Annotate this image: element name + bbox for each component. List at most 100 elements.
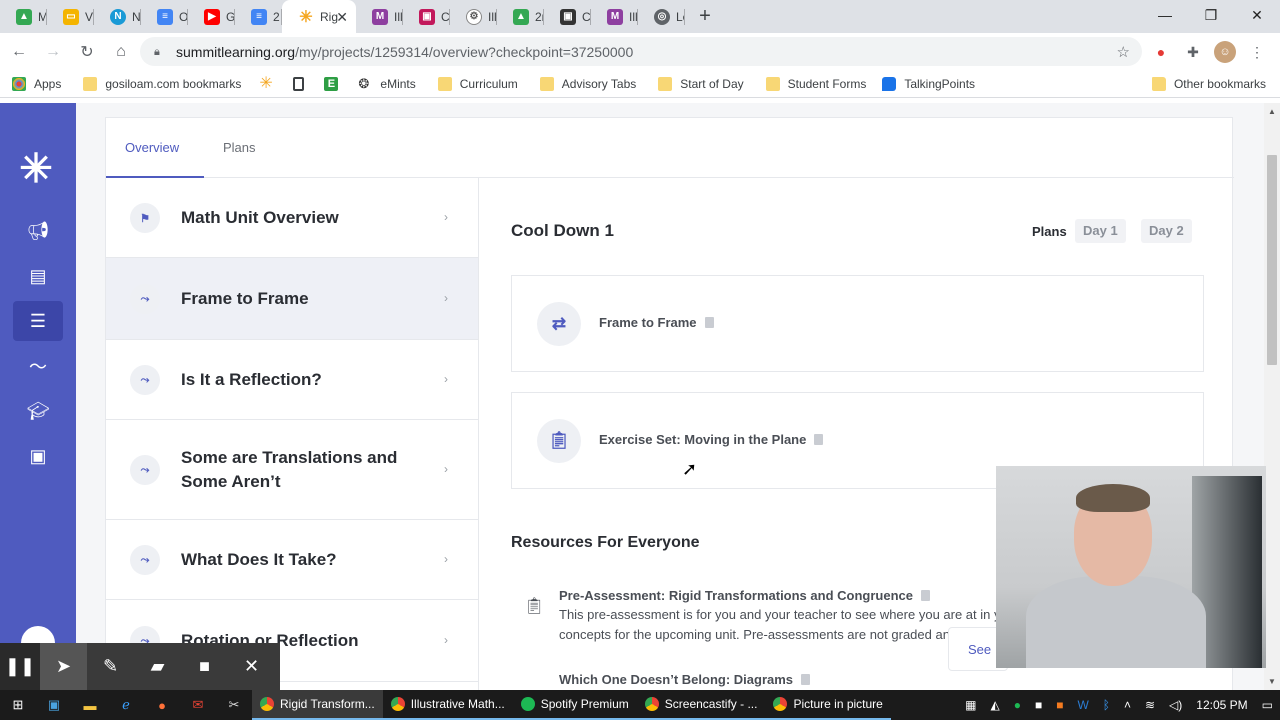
bookmark-emints[interactable]: ❂ eMints <box>358 76 415 91</box>
browser-tab-active[interactable]: ✳ Rig ✕ <box>282 0 356 33</box>
profile-avatar[interactable]: ☺ <box>1214 41 1236 63</box>
scroll-up-icon[interactable]: ▲ <box>1268 107 1276 116</box>
browser-tab[interactable]: ▶Grade <box>188 0 235 33</box>
spotify-tray-icon[interactable]: ● <box>1014 698 1021 712</box>
address-bar[interactable]: 🔒︎ summitlearning.org/my/projects/125931… <box>140 37 1142 66</box>
mouse-cursor-icon: ➚ <box>682 459 698 479</box>
tray-app-icon[interactable]: ▦ <box>965 698 976 712</box>
browser-tab[interactable]: ≡2 Peric <box>235 0 282 33</box>
pause-icon[interactable]: ❚❚ <box>0 643 40 690</box>
browser-tab[interactable]: ⚙Illustra <box>450 0 497 33</box>
bookmark-star-icon[interactable]: ☆ <box>1117 43 1130 61</box>
new-tab-button[interactable]: + <box>691 0 719 33</box>
summit-logo-icon[interactable]: ✳ <box>18 149 54 189</box>
chrome-menu-icon[interactable]: ⋮ <box>1246 41 1268 63</box>
bookmark-document[interactable] <box>293 76 312 91</box>
volume-icon[interactable]: ◁) <box>1169 698 1182 712</box>
mail-icon[interactable]: ✉ <box>180 690 216 720</box>
home-icon[interactable]: ⌂ <box>106 37 136 67</box>
transform-icon: ⤳ <box>130 365 160 395</box>
notifications-icon[interactable]: ▭ <box>1262 698 1273 712</box>
extensions-puzzle-icon[interactable]: ✚ <box>1182 41 1204 63</box>
browser-tab[interactable]: ▭Virtual <box>47 0 94 33</box>
pointer-icon[interactable]: ➤ <box>40 643 87 690</box>
resources-book-icon[interactable]: ▣ <box>13 436 63 476</box>
resource-item[interactable]: Which One Doesn’t Belong: Diagrams <box>559 672 1029 687</box>
browser-tab[interactable]: ▣Classw <box>544 0 591 33</box>
bluetooth-icon[interactable]: ᛒ <box>1103 698 1110 712</box>
camera-tray-icon[interactable]: ■ <box>1035 698 1042 712</box>
bookmark-folder[interactable]: gosiloam.com bookmarks <box>83 76 241 91</box>
browser-tab[interactable]: ◎Learni <box>638 0 685 33</box>
back-icon[interactable]: ← <box>4 37 34 67</box>
transform-icon: ⤳ <box>130 455 160 485</box>
close-tab-icon[interactable]: ✕ <box>336 9 348 26</box>
wifi-icon[interactable]: ≋ <box>1145 698 1155 712</box>
tab-overview[interactable]: Overview <box>125 140 179 155</box>
screencastify-extension-icon[interactable]: ● <box>1150 41 1172 63</box>
browser-tab[interactable]: ▣Classw <box>403 0 450 33</box>
bookmark-e[interactable]: E <box>324 76 346 91</box>
taskbar-app[interactable]: Screencastify - ... <box>636 690 766 720</box>
mentoring-cap-icon[interactable]: 🎓︎ <box>13 391 63 431</box>
browser-tab[interactable]: MIllustra <box>591 0 638 33</box>
day-2-button[interactable]: Day 2 <box>1141 219 1192 243</box>
bookmark-folder[interactable]: Start of Day <box>658 76 744 91</box>
bookmark-summit[interactable]: ✳ <box>259 75 281 91</box>
list-item-selected[interactable]: ⤳ Frame to Frame › <box>106 258 478 340</box>
announcements-icon[interactable]: 📢︎ <box>13 211 63 251</box>
snip-tool-icon[interactable]: ✂ <box>216 690 252 720</box>
progress-chart-icon[interactable]: 〜 <box>13 346 63 386</box>
close-toolbar-icon[interactable]: ✕ <box>228 643 275 690</box>
activity-card[interactable]: ⇄ Frame to Frame <box>511 275 1204 372</box>
browser-tab[interactable]: ▲2nd Pe <box>497 0 544 33</box>
bookmark-apps[interactable]: Apps <box>12 76 61 91</box>
eraser-icon[interactable]: ▰ <box>134 643 181 690</box>
bookmark-folder[interactable]: Student Forms <box>765 76 866 91</box>
list-item[interactable]: ⚑ Math Unit Overview › <box>106 178 478 258</box>
scroll-down-icon[interactable]: ▼ <box>1268 677 1276 686</box>
firefox-icon[interactable]: ● <box>144 690 180 720</box>
list-item[interactable]: ⤳ What Does It Take? › <box>106 520 478 600</box>
close-window-icon[interactable]: ✕ <box>1234 0 1280 30</box>
browser-tab[interactable]: NNearp <box>94 0 141 33</box>
webcam-overlay <box>996 466 1266 668</box>
tray-app-icon[interactable]: ◭ <box>990 698 999 712</box>
taskbar-app[interactable]: Picture in picture <box>765 690 891 720</box>
list-item[interactable]: ⤳ Some are Translations and Some Aren’t … <box>106 420 478 520</box>
browser-tab[interactable]: MIllustra <box>356 0 403 33</box>
reload-icon[interactable]: ↻ <box>72 37 102 67</box>
browser-tab[interactable]: ≡Open <box>141 0 188 33</box>
bookmark-folder[interactable]: Curriculum <box>437 76 518 91</box>
day-1-button[interactable]: Day 1 <box>1075 219 1126 243</box>
tray-app-icon[interactable]: ■ <box>1056 698 1063 712</box>
bookmark-talkingpoints[interactable]: TalkingPoints <box>882 76 975 91</box>
pen-icon[interactable]: ✎ <box>87 643 134 690</box>
windows-taskbar: ⊞ ▣ ▬ ℯ ● ✉ ✂ Rigid Transform... Illustr… <box>0 690 1280 720</box>
webcam-person-hair <box>1076 484 1150 512</box>
list-item[interactable]: ⤳ Is It a Reflection? › <box>106 340 478 420</box>
word-tray-icon[interactable]: W <box>1077 698 1088 712</box>
camera-icon[interactable]: ■ <box>181 643 228 690</box>
other-bookmarks[interactable]: Other bookmarks <box>1151 77 1266 91</box>
page-scrollbar[interactable]: ▲ ▼ <box>1264 103 1280 690</box>
scroll-thumb[interactable] <box>1267 155 1277 365</box>
file-explorer-icon[interactable]: ▬ <box>72 690 108 720</box>
chevron-up-icon[interactable]: ˄ <box>1124 698 1131 712</box>
bookmark-folder[interactable]: Advisory Tabs <box>539 76 636 91</box>
app-sidebar: ✳ 📢︎ ▤ ☰ 〜 🎓︎ ▣ <box>0 103 76 690</box>
edge-icon[interactable]: ℯ <box>108 690 144 720</box>
taskbar-app[interactable]: Illustrative Math... <box>382 690 513 720</box>
forward-icon[interactable]: → <box>38 37 68 67</box>
dashboard-icon[interactable]: ▤ <box>13 256 63 296</box>
taskbar-app[interactable]: Spotify Premium <box>512 690 637 720</box>
tab-plans[interactable]: Plans <box>223 140 256 155</box>
browser-tab[interactable]: ▲Maste <box>0 0 47 33</box>
projects-list-icon[interactable]: ☰ <box>13 301 63 341</box>
store-icon[interactable]: ▣ <box>36 690 72 720</box>
restore-icon[interactable]: ❐ <box>1188 0 1234 30</box>
windows-start-icon[interactable]: ⊞ <box>0 690 36 720</box>
minimize-icon[interactable]: — <box>1142 0 1188 30</box>
taskbar-app[interactable]: Rigid Transform... <box>252 690 383 720</box>
clock[interactable]: 12:05 PM <box>1196 698 1247 712</box>
